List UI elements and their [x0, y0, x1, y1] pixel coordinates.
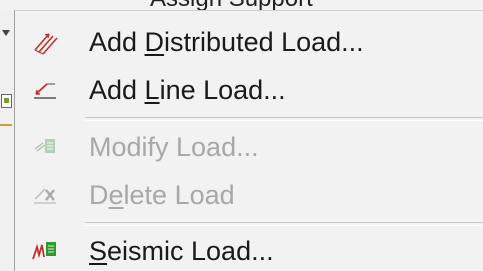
top-strip: Assign Support	[0, 0, 483, 10]
menu-item-add-distributed-load[interactable]: Add Distributed Load...	[15, 21, 483, 61]
menu-item-seismic-load[interactable]: Seismic Load...	[15, 230, 483, 270]
modify-load-icon	[31, 133, 59, 161]
context-menu: Add Distributed Load... Add Line Load...…	[14, 10, 483, 271]
menu-item-label: Seismic Load...	[89, 236, 274, 266]
line-load-icon	[31, 76, 59, 104]
seismic-load-icon	[31, 237, 59, 265]
menu-item-label: Add Distributed Load...	[89, 27, 364, 57]
app-window-edge	[0, 10, 14, 271]
menu-item-modify-load[interactable]: Modify Load...	[15, 126, 483, 166]
menu-item-add-line-load[interactable]: Add Line Load...	[15, 69, 483, 109]
toolbar-icon[interactable]	[1, 94, 12, 108]
menu-item-delete-load[interactable]: Delete Load	[15, 174, 483, 214]
menu-item-label: Delete Load	[89, 180, 235, 210]
cutoff-toolbar-text: Assign Support	[150, 0, 313, 10]
dropdown-arrow-icon[interactable]	[2, 30, 10, 36]
distributed-load-icon	[31, 28, 59, 56]
menu-item-label: Modify Load...	[89, 132, 259, 162]
delete-load-icon	[31, 181, 59, 209]
toolbar-divider	[0, 124, 12, 126]
menu-separator	[85, 222, 483, 226]
menu-item-label: Add Line Load...	[89, 75, 286, 105]
menu-separator	[85, 117, 483, 121]
